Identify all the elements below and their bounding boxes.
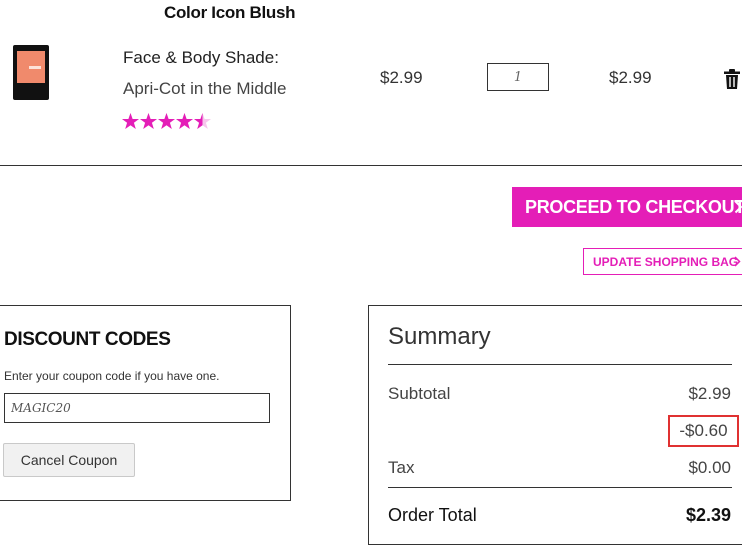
cart-divider <box>0 165 742 166</box>
product-name[interactable]: Color Icon Blush <box>164 3 296 23</box>
coupon-code-input[interactable] <box>4 393 270 423</box>
checkout-button-label: PROCEED TO CHECKOUT <box>525 196 742 217</box>
rating-stars <box>122 111 211 133</box>
quantity-input[interactable] <box>487 63 549 91</box>
tax-label: Tax <box>388 458 415 477</box>
star-icon <box>194 113 211 129</box>
chevron-right-icon <box>734 200 742 214</box>
coupon-hint: Enter your coupon code if you have one. <box>4 369 220 383</box>
subtotal-label: Subtotal <box>388 384 451 403</box>
order-total-value: $2.39 <box>685 505 731 525</box>
summary-total-divider <box>388 487 732 488</box>
summary-title: Summary <box>388 323 491 350</box>
shade-label: Face & Body Shade: <box>123 48 279 67</box>
discount-codes-title: DISCOUNT CODES <box>4 329 171 350</box>
star-icon <box>140 113 157 129</box>
trash-icon[interactable] <box>723 68 741 90</box>
chevron-right-icon <box>734 256 741 267</box>
update-button-label: UPDATE SHOPPING BAG <box>593 254 739 269</box>
cancel-coupon-button[interactable]: Cancel Coupon <box>3 443 135 477</box>
subtotal-value: $2.99 <box>688 384 731 403</box>
update-shopping-bag-button[interactable]: UPDATE SHOPPING BAG <box>583 248 742 275</box>
star-icon <box>122 113 139 129</box>
discount-amount: -$0.60 <box>668 415 739 447</box>
proceed-to-checkout-button[interactable]: PROCEED TO CHECKOUT <box>512 187 742 227</box>
summary-divider <box>388 364 732 365</box>
tax-value: $0.00 <box>688 458 731 477</box>
unit-price: $2.99 <box>380 68 423 87</box>
swatch-brand-mark <box>29 66 41 69</box>
star-icon <box>176 113 193 129</box>
line-total: $2.99 <box>609 68 652 87</box>
order-total-label: Order Total <box>388 505 477 525</box>
shade-value: Apri-Cot in the Middle <box>123 79 287 98</box>
star-icon <box>158 113 175 129</box>
product-thumbnail[interactable] <box>13 45 49 100</box>
